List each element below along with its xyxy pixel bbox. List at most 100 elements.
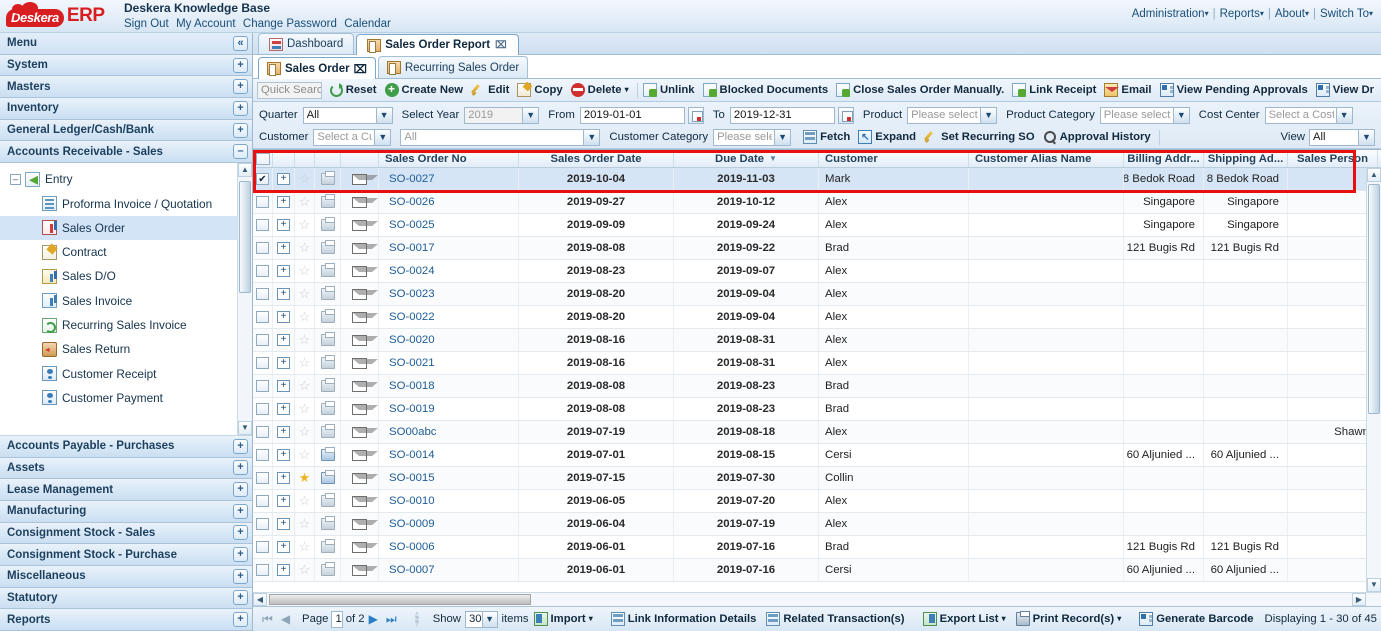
sidebar-tree-item-sales-return[interactable]: Sales Return bbox=[0, 337, 252, 361]
export-list-button[interactable]: Export List ▾ bbox=[918, 612, 1011, 626]
quick-search-input[interactable]: Quick Search by Sales Order bbox=[257, 81, 322, 99]
delete-button[interactable]: Delete ▾ bbox=[568, 82, 634, 98]
favorite-star-icon[interactable]: ☆ bbox=[299, 194, 311, 210]
sidebar-group-assets[interactable]: Assets + bbox=[0, 457, 252, 480]
print-row-icon[interactable] bbox=[320, 539, 335, 553]
import-button[interactable]: Import ▾ bbox=[529, 612, 598, 626]
sidebar-group-consignment-stock-purchase[interactable]: Consignment Stock - Purchase + bbox=[0, 544, 252, 566]
row-checkbox[interactable] bbox=[256, 426, 269, 438]
blocked-documents-button[interactable]: Blocked Documents bbox=[700, 82, 834, 98]
expand-row-icon[interactable]: + bbox=[277, 311, 290, 323]
table-cell-so-no[interactable]: SO-0025 bbox=[379, 214, 519, 236]
print-row-icon[interactable] bbox=[320, 355, 335, 369]
sidebar-tree-item-contract[interactable]: Contract bbox=[0, 240, 252, 264]
email-row-icon[interactable] bbox=[352, 541, 378, 553]
expand-row-icon[interactable]: + bbox=[277, 495, 290, 507]
print-row-icon[interactable] bbox=[320, 401, 335, 415]
page-size-select[interactable]: 30 ▼ bbox=[464, 610, 498, 628]
table-cell-so-no[interactable]: SO-0020 bbox=[379, 329, 519, 351]
scroll-down-icon[interactable]: ▼ bbox=[238, 420, 252, 435]
table-cell-so-no[interactable]: SO-0019 bbox=[379, 398, 519, 420]
table-row[interactable]: + ☆ SO-0026 2019-09-27 2019-10-12 Alex Singapo… bbox=[253, 191, 1381, 214]
expand-row-icon[interactable]: + bbox=[277, 242, 290, 254]
table-cell-so-no[interactable]: SO-0022 bbox=[379, 306, 519, 328]
table-cell-so-no[interactable]: SO-0021 bbox=[379, 352, 519, 374]
sidebar-group-toggle-icon[interactable]: + bbox=[233, 79, 248, 95]
table-cell-so-no[interactable]: SO-0014 bbox=[379, 444, 519, 466]
grid-column-header-print[interactable] bbox=[315, 150, 341, 167]
print-row-icon[interactable] bbox=[320, 286, 335, 300]
sidebar-group-toggle-icon[interactable]: – bbox=[233, 144, 248, 160]
table-cell-so-no[interactable]: SO-0027 bbox=[379, 168, 519, 190]
table-cell-so-no[interactable]: SO-0024 bbox=[379, 260, 519, 282]
sidebar-group-lease-management[interactable]: Lease Management + bbox=[0, 479, 252, 501]
email-row-icon[interactable] bbox=[352, 380, 378, 392]
grid-column-header-chk[interactable] bbox=[253, 150, 273, 167]
email-row-icon[interactable] bbox=[352, 564, 378, 576]
close-sales-order-button[interactable]: Close Sales Order Manually. bbox=[833, 82, 1009, 98]
sidebar-group-system[interactable]: System + bbox=[0, 54, 252, 77]
link-receipt-button[interactable]: Link Receipt bbox=[1009, 82, 1101, 98]
tab-sales-order[interactable]: Sales Order ⌧ bbox=[258, 57, 376, 79]
sidebar-group-toggle-icon[interactable]: + bbox=[233, 612, 248, 628]
row-checkbox[interactable] bbox=[256, 219, 269, 231]
grid-column-header-email[interactable] bbox=[341, 150, 379, 167]
table-row[interactable]: + ☆ SO00abc 2019-07-19 2019-08-18 Alex Shawn bbox=[253, 421, 1381, 444]
favorite-star-icon[interactable]: ☆ bbox=[299, 309, 311, 325]
row-checkbox[interactable] bbox=[256, 380, 269, 392]
view-select[interactable]: All ▼ bbox=[1309, 128, 1375, 146]
row-checkbox[interactable] bbox=[256, 334, 269, 346]
sidebar-group-toggle-icon[interactable]: + bbox=[233, 503, 248, 519]
row-checkbox[interactable] bbox=[256, 541, 269, 553]
print-row-icon[interactable] bbox=[320, 378, 335, 392]
customer-category-select[interactable]: Please sele ▼ bbox=[713, 128, 792, 146]
sidebar-group-general-ledger-cash-bank[interactable]: General Ledger/Cash/Bank + bbox=[0, 119, 252, 142]
row-checkbox[interactable] bbox=[256, 403, 269, 415]
sidebar-group-consignment-stock-sales[interactable]: Consignment Stock - Sales + bbox=[0, 522, 252, 545]
from-date-input[interactable]: 2019-01-01 bbox=[579, 106, 685, 124]
grid-column-header-star[interactable] bbox=[295, 150, 315, 167]
print-row-icon[interactable] bbox=[320, 516, 335, 530]
link-information-details-button[interactable]: Link Information Details bbox=[606, 612, 762, 626]
table-row[interactable]: + ☆ SO-0018 2019-08-08 2019-08-23 Brad bbox=[253, 375, 1381, 398]
row-checkbox[interactable] bbox=[256, 265, 269, 277]
row-checkbox[interactable] bbox=[256, 288, 269, 300]
grid-vertical-scrollbar[interactable]: ▲ ▼ bbox=[1366, 168, 1381, 592]
email-row-icon[interactable] bbox=[352, 196, 378, 208]
change-password-link[interactable]: Change Password bbox=[243, 18, 337, 30]
approval-history-button[interactable]: Approval History bbox=[1040, 129, 1156, 145]
favorite-star-icon[interactable]: ☆ bbox=[299, 217, 311, 233]
sidebar-tree-item-sales-order[interactable]: Sales Order bbox=[0, 215, 252, 241]
select-all-checkbox[interactable] bbox=[255, 152, 270, 165]
grid-column-header-shipping[interactable]: Shipping Ad... bbox=[1204, 150, 1288, 167]
expand-button[interactable]: Expand bbox=[855, 129, 921, 145]
scroll-right-icon[interactable]: ▶ bbox=[1352, 593, 1366, 606]
scrollbar-thumb[interactable] bbox=[269, 594, 531, 605]
email-button[interactable]: Email bbox=[1101, 82, 1156, 98]
create-new-button[interactable]: Create New bbox=[382, 82, 469, 98]
favorite-star-icon[interactable]: ☆ bbox=[299, 332, 311, 348]
email-row-icon[interactable] bbox=[352, 472, 378, 484]
print-row-icon[interactable] bbox=[320, 493, 335, 507]
favorite-star-icon[interactable]: ☆ bbox=[299, 240, 311, 256]
sidebar-tree-item-sales-d-o[interactable]: Sales D/O bbox=[0, 264, 252, 288]
table-row[interactable]: + ☆ SO-0014 2019-07-01 2019-08-15 Cersi 60 Alj… bbox=[253, 444, 1381, 467]
sidebar-tree-item-customer-receipt[interactable]: Customer Receipt bbox=[0, 362, 252, 386]
expand-row-icon[interactable]: + bbox=[277, 541, 290, 553]
table-cell-so-no[interactable]: SO-0009 bbox=[379, 513, 519, 535]
email-row-icon[interactable] bbox=[352, 265, 378, 277]
table-row[interactable]: + ☆ SO-0021 2019-08-16 2019-08-31 Alex bbox=[253, 352, 1381, 375]
scrollbar-thumb[interactable] bbox=[239, 181, 251, 294]
tree-expander-icon[interactable]: – bbox=[10, 173, 21, 185]
scroll-down-icon[interactable]: ▼ bbox=[1367, 578, 1381, 592]
row-checkbox[interactable] bbox=[256, 173, 269, 185]
row-checkbox[interactable] bbox=[256, 357, 269, 369]
email-row-icon[interactable] bbox=[352, 334, 378, 346]
table-row[interactable]: + ☆ SO-0009 2019-06-04 2019-07-19 Alex bbox=[253, 513, 1381, 536]
email-row-icon[interactable] bbox=[352, 426, 378, 438]
sign-out-link[interactable]: Sign Out bbox=[124, 18, 169, 30]
view-draft-button[interactable]: View Dr bbox=[1313, 82, 1379, 98]
sidebar-tree-item-proforma-invoice-quotation[interactable]: Proforma Invoice / Quotation bbox=[0, 191, 252, 215]
print-row-icon[interactable] bbox=[320, 424, 335, 438]
first-page-icon[interactable]: ⏮ bbox=[258, 612, 277, 627]
